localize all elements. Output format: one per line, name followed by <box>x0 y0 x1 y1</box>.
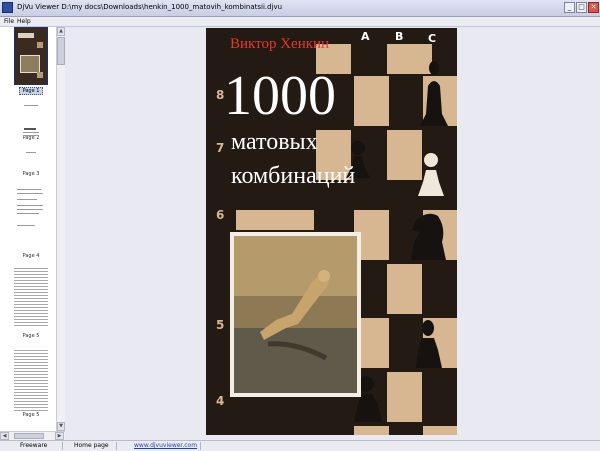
scroll-thumb[interactable] <box>57 37 65 65</box>
website-link[interactable]: www.djvuviewer.com <box>134 442 197 449</box>
scroll-up-arrow-icon[interactable]: ▲ <box>57 27 65 36</box>
cover-photo <box>230 232 361 397</box>
home-page-link[interactable]: Home page <box>74 442 109 449</box>
thumb-cover-title <box>18 33 34 38</box>
scroll-down-arrow-icon[interactable]: ▼ <box>57 422 65 431</box>
cover-title-line-2: комбинаций <box>231 163 356 189</box>
file-label-a: A <box>361 30 370 43</box>
rank-label-4: 4 <box>216 394 225 408</box>
scroll-right-arrow-icon[interactable]: ▶ <box>55 432 64 440</box>
rank-label-8: 8 <box>216 88 225 102</box>
document-viewer[interactable]: Виктор Хенкин 1000 матовых комбинаций A … <box>66 27 600 440</box>
document-page-cover: Виктор Хенкин 1000 матовых комбинаций A … <box>206 28 457 435</box>
thumbnail-vertical-scrollbar[interactable]: ▲ ▼ <box>56 27 65 431</box>
file-label-b: B <box>395 30 404 43</box>
thumbnail-page-5[interactable] <box>14 267 48 327</box>
rank-label-7: 7 <box>216 141 225 155</box>
thumbnail-horizontal-scrollbar[interactable]: ◀ ▶ <box>0 431 65 440</box>
thumbnail-panel[interactable]: Page 1 Page 2 Page 3 Page 4 Page 5 Page … <box>0 27 57 431</box>
close-button[interactable]: ✕ <box>588 2 599 13</box>
thumbnail-label-3[interactable]: Page 3 <box>0 171 62 177</box>
djvu-app-icon <box>2 2 13 13</box>
cover-author: Виктор Хенкин <box>230 36 330 52</box>
menu-file[interactable]: File <box>4 18 14 25</box>
window-title: DjVu Viewer D:\my docs\Downloads\henkin_… <box>17 3 283 11</box>
maximize-button[interactable]: □ <box>576 2 587 13</box>
thumbnail-label-6[interactable]: Page 5 <box>0 412 62 418</box>
thumbnail-page-2[interactable] <box>14 99 48 121</box>
thumbnail-label-5[interactable]: Page 5 <box>0 333 62 339</box>
minimize-button[interactable]: _ <box>564 2 575 13</box>
menu-bar: File Help <box>0 17 600 27</box>
file-label-c: C <box>428 32 437 45</box>
menu-help[interactable]: Help <box>17 18 31 25</box>
cover-number: 1000 <box>224 65 336 127</box>
freeware-label: Freeware <box>20 442 48 449</box>
title-bar: DjVu Viewer D:\my docs\Downloads\henkin_… <box>0 0 600 17</box>
horizontal-scroll-thumb[interactable] <box>14 433 44 439</box>
thumbnail-page-1[interactable] <box>14 27 48 85</box>
rank-label-5: 5 <box>216 318 225 332</box>
scroll-left-arrow-icon[interactable]: ◀ <box>0 432 9 440</box>
thumbnail-page-6[interactable] <box>14 349 48 411</box>
thumb-cover-picture <box>20 55 40 73</box>
thumbnail-label-4[interactable]: Page 4 <box>0 253 62 259</box>
status-bar: Freeware Home page www.djvuviewer.com <box>0 440 600 451</box>
thumbnail-page-3[interactable] <box>14 122 48 160</box>
thumbnail-page-4[interactable] <box>14 185 48 245</box>
thumbnail-label-1[interactable]: Page 1 <box>19 87 43 95</box>
cover-title-line-1: матовых <box>231 129 318 155</box>
rank-label-6: 6 <box>216 208 225 222</box>
